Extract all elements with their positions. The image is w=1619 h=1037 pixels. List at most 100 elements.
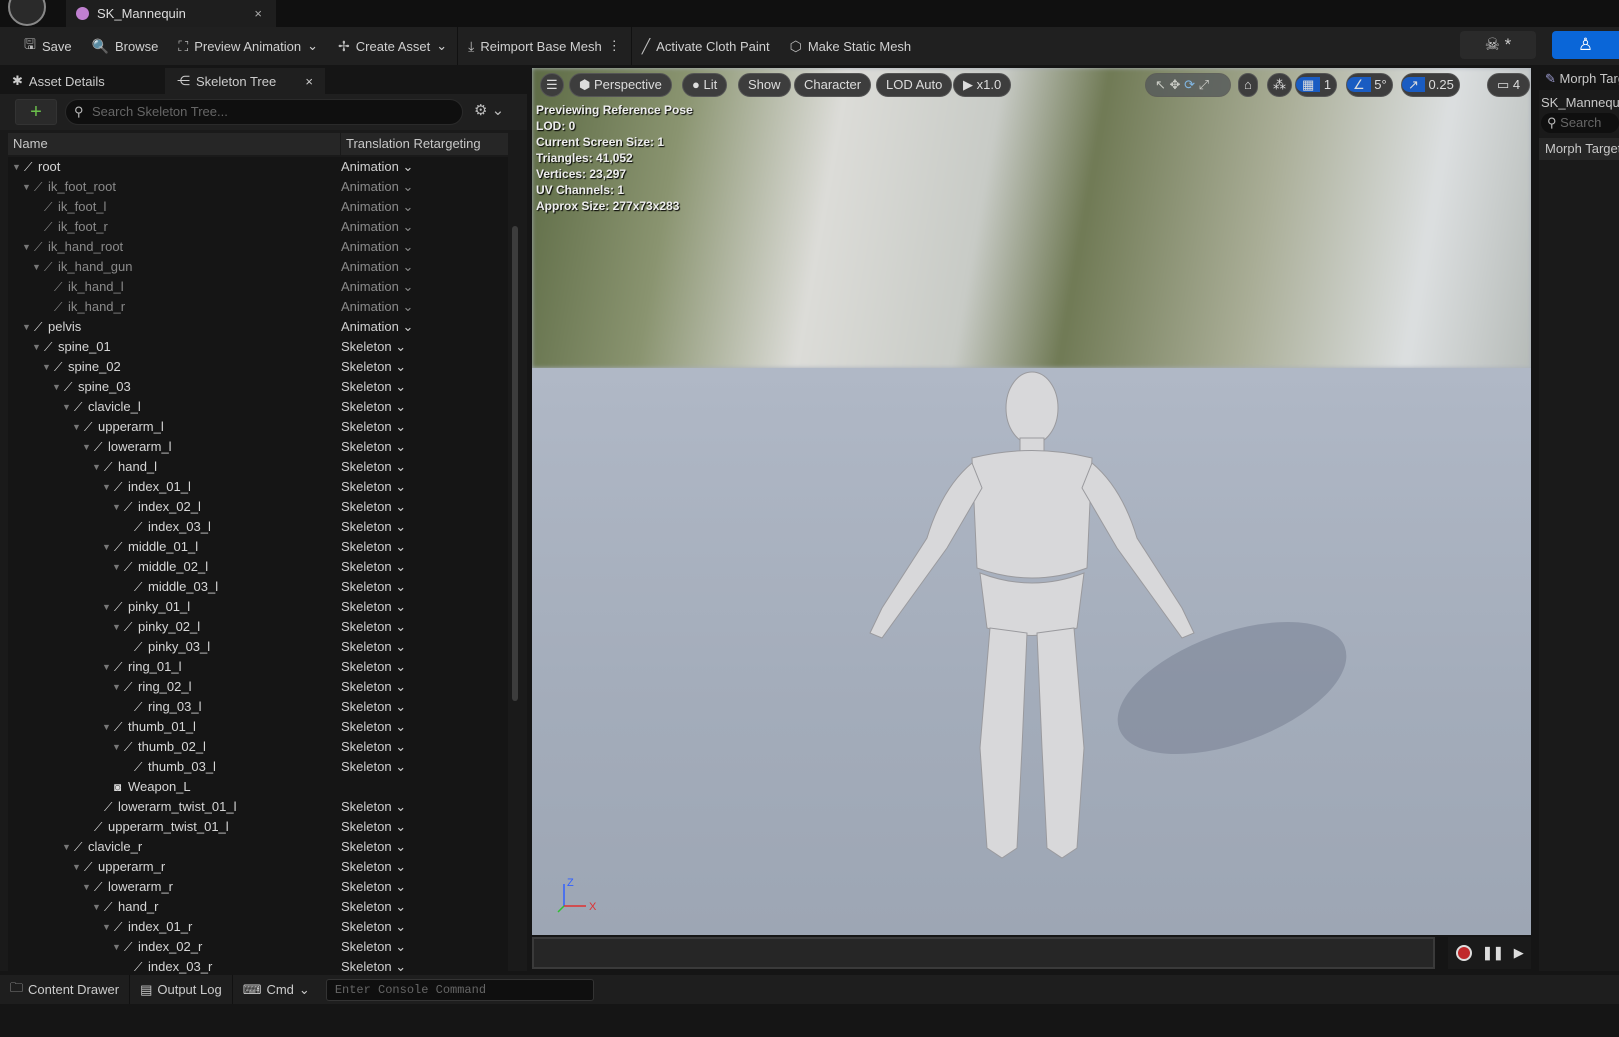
tree-row[interactable]: ▼ ⟋ index_02_l Skeleton ⌄: [8, 497, 508, 517]
tree-row[interactable]: ▼ ⟋ ring_02_l Skeleton ⌄: [8, 677, 508, 697]
retarget-dropdown[interactable]: Skeleton ⌄: [341, 337, 406, 357]
output-log-button[interactable]: ▤ Output Log: [130, 975, 233, 1004]
expand-arrow-icon[interactable]: ▼: [112, 497, 121, 517]
retarget-dropdown[interactable]: Skeleton ⌄: [341, 577, 406, 597]
expand-arrow-icon[interactable]: ▼: [82, 877, 91, 897]
tree-row[interactable]: ⟋ index_03_r Skeleton ⌄: [8, 957, 508, 977]
retarget-dropdown[interactable]: Skeleton ⌄: [341, 917, 406, 937]
show-button[interactable]: Show: [738, 73, 791, 97]
retarget-dropdown[interactable]: Animation ⌄: [341, 177, 413, 197]
tree-row[interactable]: ▼ ⟋ upperarm_l Skeleton ⌄: [8, 417, 508, 437]
tree-row[interactable]: ⟋ index_03_l Skeleton ⌄: [8, 517, 508, 537]
tree-row[interactable]: ▼ ⟋ spine_01 Skeleton ⌄: [8, 337, 508, 357]
settings-gear-icon[interactable]: ⚙ ⌄: [474, 101, 504, 119]
expand-arrow-icon[interactable]: ▼: [82, 437, 91, 457]
step-forward-button[interactable]: ▶: [1514, 945, 1524, 961]
expand-arrow-icon[interactable]: ▼: [112, 737, 121, 757]
tree-row[interactable]: ▼ ⟋ clavicle_l Skeleton ⌄: [8, 397, 508, 417]
tree-row[interactable]: ▼ ⟋ index_01_r Skeleton ⌄: [8, 917, 508, 937]
retarget-dropdown[interactable]: Skeleton ⌄: [341, 737, 406, 757]
character-button[interactable]: Character: [794, 73, 872, 97]
tree-row[interactable]: ⟋ upperarm_twist_01_l Skeleton ⌄: [8, 817, 508, 837]
pause-button[interactable]: ❚❚: [1482, 945, 1504, 961]
tree-row[interactable]: ⟋ lowerarm_twist_01_l Skeleton ⌄: [8, 797, 508, 817]
tree-row[interactable]: ▼ ⟋ spine_02 Skeleton ⌄: [8, 357, 508, 377]
tab-asset-details[interactable]: ✱ Asset Details: [0, 68, 165, 94]
lod-button[interactable]: LOD Auto: [876, 73, 953, 97]
retarget-dropdown[interactable]: Skeleton ⌄: [341, 837, 406, 857]
add-button[interactable]: +: [15, 99, 57, 125]
tree-row[interactable]: ▼ ⟋ ring_01_l Skeleton ⌄: [8, 657, 508, 677]
skeleton-mode-button[interactable]: ☠ *: [1460, 31, 1536, 59]
expand-arrow-icon[interactable]: ▼: [12, 157, 21, 177]
viewport-menu-button[interactable]: ☰: [540, 73, 564, 97]
local-space-button[interactable]: ⌂: [1238, 73, 1258, 97]
grid-snap-button[interactable]: ▦ 1: [1295, 73, 1338, 97]
mesh-mode-button[interactable]: ♙: [1552, 31, 1619, 59]
retarget-dropdown[interactable]: Skeleton ⌄: [341, 477, 406, 497]
retarget-dropdown[interactable]: Skeleton ⌄: [341, 357, 406, 377]
tree-row[interactable]: ⟋ middle_03_l Skeleton ⌄: [8, 577, 508, 597]
retarget-dropdown[interactable]: Animation ⌄: [341, 277, 413, 297]
retarget-dropdown[interactable]: Animation ⌄: [341, 157, 413, 177]
expand-arrow-icon[interactable]: ▼: [102, 597, 111, 617]
expand-arrow-icon[interactable]: ▼: [72, 857, 81, 877]
scale-icon[interactable]: ⤢: [1199, 77, 1209, 92]
select-icon[interactable]: ↖: [1155, 77, 1166, 92]
expand-arrow-icon[interactable]: ▼: [102, 657, 111, 677]
tree-row[interactable]: ⟋ ring_03_l Skeleton ⌄: [8, 697, 508, 717]
expand-arrow-icon[interactable]: ▼: [22, 317, 31, 337]
column-translation-retargeting[interactable]: Translation Retargeting: [341, 133, 481, 155]
camera-speed-button[interactable]: ▭ 4: [1487, 73, 1531, 97]
tree-row[interactable]: ▼ ⟋ lowerarm_r Skeleton ⌄: [8, 877, 508, 897]
create-asset-button[interactable]: ✢ Create Asset ⌄: [328, 27, 457, 65]
retarget-dropdown[interactable]: Skeleton ⌄: [341, 457, 406, 477]
rotate-icon[interactable]: ⟳: [1184, 77, 1195, 92]
tree-row[interactable]: ▼ ⟋ ik_hand_root Animation ⌄: [8, 237, 508, 257]
expand-arrow-icon[interactable]: ▼: [102, 917, 111, 937]
tree-row[interactable]: ▼ ⟋ thumb_01_l Skeleton ⌄: [8, 717, 508, 737]
expand-arrow-icon[interactable]: ▼: [62, 837, 71, 857]
close-icon[interactable]: ×: [305, 74, 313, 89]
timeline-scrubber[interactable]: [532, 937, 1435, 969]
close-tab-button[interactable]: ×: [254, 6, 262, 21]
make-static-mesh-button[interactable]: ⬡ Make Static Mesh: [780, 27, 922, 65]
expand-arrow-icon[interactable]: ▼: [102, 477, 111, 497]
tree-row[interactable]: ▼ ⟋ upperarm_r Skeleton ⌄: [8, 857, 508, 877]
expand-arrow-icon[interactable]: ▼: [92, 457, 101, 477]
tree-row[interactable]: ▼ ⟋ hand_l Skeleton ⌄: [8, 457, 508, 477]
tree-row[interactable]: ⟋ ik_foot_r Animation ⌄: [8, 217, 508, 237]
retarget-dropdown[interactable]: Animation ⌄: [341, 197, 413, 217]
tree-row[interactable]: ▼ ⟋ spine_03 Skeleton ⌄: [8, 377, 508, 397]
retarget-dropdown[interactable]: Animation ⌄: [341, 217, 413, 237]
retarget-dropdown[interactable]: Skeleton ⌄: [341, 617, 406, 637]
expand-arrow-icon[interactable]: ▼: [22, 237, 31, 257]
retarget-dropdown[interactable]: Skeleton ⌄: [341, 537, 406, 557]
tree-row[interactable]: ▼ ⟋ pinky_01_l Skeleton ⌄: [8, 597, 508, 617]
more-options-icon[interactable]: ⋮: [608, 38, 621, 54]
expand-arrow-icon[interactable]: ▼: [102, 717, 111, 737]
scale-snap-button[interactable]: ↗ 0.25: [1401, 73, 1460, 97]
tree-row[interactable]: ▼ ⟋ clavicle_r Skeleton ⌄: [8, 837, 508, 857]
move-icon[interactable]: ✥: [1170, 77, 1181, 92]
tree-row[interactable]: ⟋ pinky_03_l Skeleton ⌄: [8, 637, 508, 657]
reimport-button[interactable]: ⤓ Reimport Base Mesh ⋮: [458, 27, 631, 65]
content-drawer-button[interactable]: 🗀 Content Drawer: [0, 975, 131, 1004]
expand-arrow-icon[interactable]: ▼: [72, 417, 81, 437]
tab-morph-targets[interactable]: ✎ Morph Targets: [1539, 68, 1619, 90]
tree-row[interactable]: ▼ ⟋ middle_01_l Skeleton ⌄: [8, 537, 508, 557]
retarget-dropdown[interactable]: Skeleton ⌄: [341, 557, 406, 577]
perspective-button[interactable]: ⬢ Perspective: [569, 73, 672, 97]
column-morph-target[interactable]: Morph Target: [1539, 138, 1619, 160]
retarget-dropdown[interactable]: Skeleton ⌄: [341, 497, 406, 517]
expand-arrow-icon[interactable]: ▼: [42, 357, 51, 377]
retarget-dropdown[interactable]: Skeleton ⌄: [341, 677, 406, 697]
tree-row[interactable]: ▼ ⟋ middle_02_l Skeleton ⌄: [8, 557, 508, 577]
retarget-dropdown[interactable]: Skeleton ⌄: [341, 377, 406, 397]
retarget-dropdown[interactable]: Skeleton ⌄: [341, 637, 406, 657]
tree-row[interactable]: ◙ Weapon_L: [8, 777, 508, 797]
morph-search-input[interactable]: ⚲ Search: [1541, 113, 1619, 133]
retarget-dropdown[interactable]: Skeleton ⌄: [341, 877, 406, 897]
surface-snap-button[interactable]: ⁂: [1267, 73, 1292, 97]
expand-arrow-icon[interactable]: ▼: [112, 617, 121, 637]
